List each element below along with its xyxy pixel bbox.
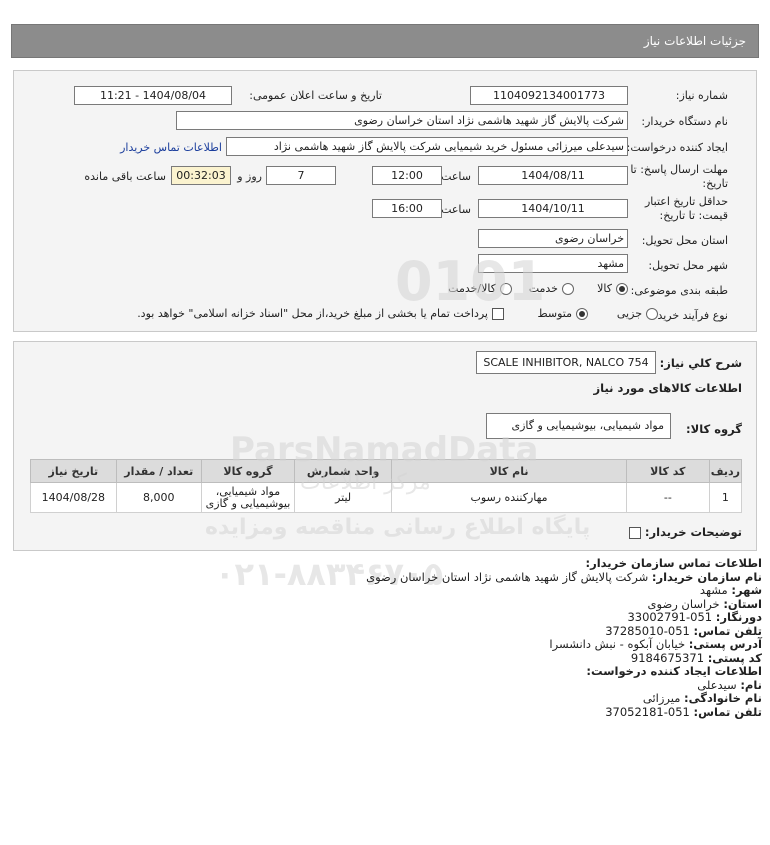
validity-time-label: ساعت [441, 203, 471, 216]
deadline-label-line2: تاریخ: [702, 177, 728, 190]
contact-org-line: نام سازمان خریدار: شرکت پالایش گاز شهید … [366, 569, 762, 584]
delivery-city-field: مشهد [478, 254, 628, 273]
col-header-group: گروه کالا [200, 459, 296, 483]
buyer-org-label: نام دستگاه خریدار: [641, 115, 728, 128]
buyer-notes[interactable]: توضیحات خریدار: [625, 525, 742, 539]
creator-name-line: نام: سیدعلی [697, 677, 762, 692]
deadline-date-field: 1404/08/11 [478, 166, 628, 185]
treasury-payment-option[interactable]: پرداخت تمام یا بخشی از مبلغ خرید،از محل … [137, 307, 504, 320]
remaining-time-field: 00:32:03 [171, 166, 231, 185]
buyer-contact-section: اطلاعات تماس سازمان خریدار: نام سازمان خ… [12, 556, 763, 719]
category-label: طبقه بندی موضوعی: [630, 284, 728, 297]
category-option-goods[interactable]: کالا [597, 282, 628, 295]
deadline-time-field: 12:00 [372, 166, 442, 185]
cell-date: 1404/08/28 [30, 482, 117, 513]
creator-field: سیدعلی میرزائی مسئول خرید شیمیایی شرکت پ… [226, 137, 628, 156]
cell-unit: لیتر [294, 482, 393, 513]
validity-time-field: 16:00 [372, 199, 442, 218]
col-header-date: تاریخ نیاز [30, 459, 117, 483]
creator-family-line: نام خانوادگی: میرزائی [642, 691, 762, 705]
delivery-province-field: خراسان رضوی [478, 229, 628, 248]
remaining-label: ساعت باقی مانده [84, 170, 166, 183]
col-header-quantity: تعداد / مقدار [115, 459, 202, 483]
creator-title: اطلاعات ایجاد کننده درخواست: [586, 664, 762, 678]
contact-province-line: استان: خراسان رضوی [647, 596, 763, 611]
cell-quantity: 8,000 [115, 482, 202, 513]
creator-phone-line: تلفن تماس: 051-37052181 [605, 704, 762, 719]
announce-label: تاریخ و ساعت اعلان عمومی: [249, 89, 382, 102]
contact-phone-line: تلفن تماس: 051-37285010 [605, 623, 762, 638]
contact-address-line: آدرس پستی: خیابان آبکوه - نبش دانشسرا [549, 637, 762, 651]
cell-group: مواد شیمیایی، بیوشیمیایی و گازی [200, 482, 296, 513]
cell-row-no: 1 [708, 482, 743, 513]
deadline-label-line1: مهلت ارسال پاسخ: تا [630, 163, 728, 176]
goods-panel: شرح كلي نياز: SCALE INHIBITOR, NALCO 754… [13, 341, 757, 551]
days-label: روز و [237, 170, 262, 183]
checkbox-icon[interactable] [628, 526, 641, 539]
category-option-goods-service[interactable]: کالا/خدمت [448, 282, 512, 295]
buyer-contact-link[interactable]: اطلاعات تماس خریدار [120, 141, 222, 154]
need-number-field: 1104092134001773 [470, 86, 628, 105]
col-header-row-no: ردیف [708, 459, 743, 483]
radio-icon[interactable] [562, 283, 574, 295]
contact-postal-line: کد پستی: 9184675371 [630, 650, 762, 665]
announce-field: 1404/08/04 - 11:21 [74, 86, 232, 105]
contact-title: اطلاعات تماس سازمان خریدار: [585, 556, 762, 570]
radio-selected-icon[interactable] [576, 308, 588, 320]
need-number-label: شماره نیاز: [675, 89, 728, 102]
need-info-panel: شماره نیاز: 1104092134001773 تاریخ و ساع… [13, 70, 757, 332]
col-header-unit: واحد شمارش [294, 459, 393, 483]
category-option-service[interactable]: خدمت [529, 282, 574, 295]
days-field: 7 [266, 166, 336, 185]
process-option-medium[interactable]: متوسط [537, 307, 588, 320]
goods-group-field: مواد شیمیایی، بیوشیمیایی و گازی [486, 413, 671, 439]
radio-selected-icon[interactable] [616, 283, 628, 295]
validity-date-field: 1404/10/11 [478, 199, 628, 218]
contact-city-line: شهر: مشهد [699, 583, 762, 597]
deadline-time-label: ساعت [441, 170, 471, 183]
cell-name: مهارکننده رسوب [391, 482, 627, 513]
buyer-org-field: شرکت پالایش گاز شهید هاشمی نژاد استان خر… [176, 111, 628, 130]
goods-group-label: گروه کالا: [686, 422, 742, 436]
validity-label-line1: حداقل تاریخ اعتبار [644, 195, 728, 208]
contact-fax-line: دورنگار: 051-33002791 [627, 610, 762, 624]
table-header-row: ردیف کد کالا نام کالا واحد شمارش گروه کا… [30, 459, 743, 483]
page-header: جزئیات اطلاعات نیاز [11, 24, 759, 58]
col-header-name: نام کالا [391, 459, 627, 483]
radio-icon[interactable] [646, 308, 658, 320]
creator-label: ایجاد کننده درخواست: [626, 141, 728, 154]
checkbox-icon[interactable] [492, 308, 504, 320]
delivery-province-label: استان محل تحویل: [641, 234, 728, 247]
table-row[interactable]: 1 -- مهارکننده رسوب لیتر مواد شیمیایی، ب… [30, 482, 743, 513]
validity-label-line2: قیمت: تا تاریخ: [659, 209, 728, 222]
process-option-minor[interactable]: جزیی [617, 307, 658, 320]
page-title: جزئیات اطلاعات نیاز [643, 34, 746, 48]
goods-table: ردیف کد کالا نام کالا واحد شمارش گروه کا… [30, 459, 743, 513]
cell-code: -- [625, 482, 710, 513]
process-label: نوع فرآیند خرید : [650, 309, 728, 322]
summary-label: شرح كلي نياز: [659, 356, 742, 370]
summary-field: SCALE INHIBITOR, NALCO 754 [476, 351, 656, 374]
goods-section-title: اطلاعات کالاهای مورد نیاز [593, 381, 742, 395]
delivery-city-label: شهر محل تحویل: [648, 259, 728, 272]
radio-icon[interactable] [500, 283, 512, 295]
col-header-code: کد کالا [625, 459, 710, 483]
